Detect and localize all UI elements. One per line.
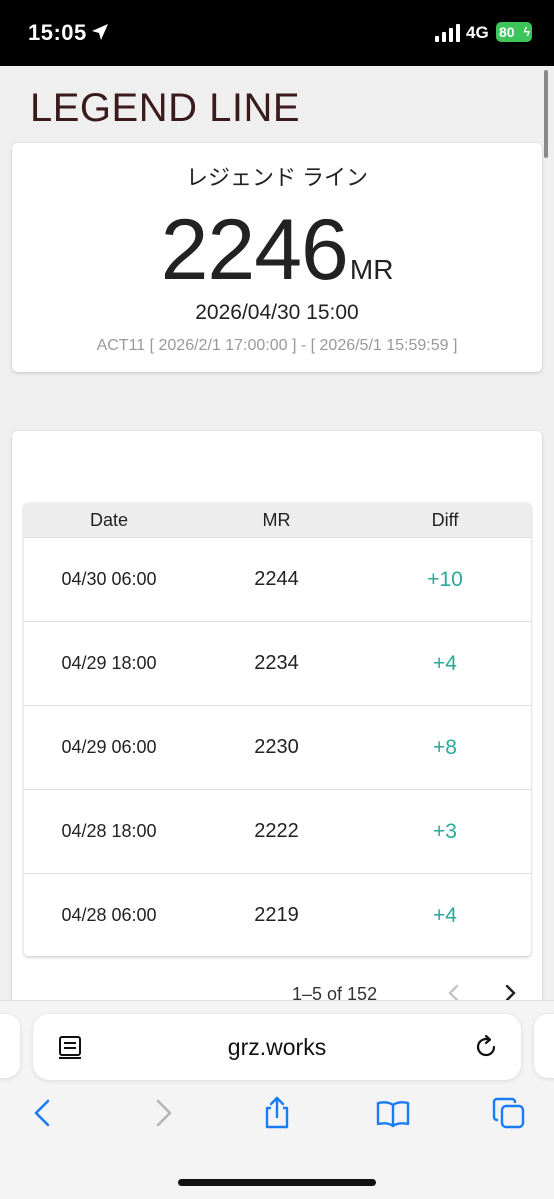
back-icon[interactable]	[26, 1096, 60, 1130]
summary-datetime: 2026/04/30 15:00	[195, 301, 359, 324]
history-table: Date MR Diff 04/30 06:00 2244 +10 04/29 …	[24, 503, 531, 956]
reload-icon[interactable]	[473, 1034, 499, 1060]
summary-card: レジェンド ライン 2246MR 2026/04/30 15:00 ACT11 …	[12, 143, 542, 372]
address-bar[interactable]: grz.works	[33, 1014, 521, 1080]
cell-date: 04/30 06:00	[61, 569, 157, 589]
cell-mr: 2230	[254, 736, 299, 758]
table-row: 04/29 06:00 2230 +8	[24, 705, 531, 789]
cell-date: 04/28 06:00	[61, 905, 157, 925]
url-text[interactable]: grz.works	[33, 1034, 521, 1061]
rank-name: レジェンド ライン	[185, 165, 369, 190]
cell-mr: 2244	[254, 568, 299, 590]
signal-icon	[435, 24, 460, 42]
battery-indicator: 80 ϟ	[496, 22, 532, 42]
home-indicator[interactable]	[178, 1179, 376, 1186]
browser-chrome: grz.works	[0, 1000, 554, 1199]
network-type: 4G	[466, 23, 489, 42]
cell-mr: 2219	[254, 904, 299, 926]
status-time: 15:05	[28, 20, 87, 45]
header-date[interactable]: Date	[24, 510, 194, 531]
cell-diff: +4	[433, 903, 457, 927]
history-card: Date MR Diff 04/30 06:00 2244 +10 04/29 …	[12, 431, 542, 1031]
page-title: LEGEND LINE	[30, 86, 301, 130]
table-header: Date MR Diff	[24, 503, 531, 537]
table-row: 04/29 18:00 2234 +4	[24, 621, 531, 705]
charging-bolt-icon: ϟ	[523, 25, 530, 39]
tabs-icon[interactable]	[492, 1096, 526, 1130]
next-tab-preview[interactable]	[534, 1014, 554, 1078]
cell-mr: 2234	[254, 652, 299, 674]
location-arrow-icon	[92, 24, 108, 40]
table-row: 04/28 18:00 2222 +3	[24, 789, 531, 873]
header-diff[interactable]: Diff	[359, 510, 531, 531]
status-bar: 15:05 4G 80 ϟ	[0, 0, 554, 66]
bookmarks-icon[interactable]	[376, 1096, 410, 1130]
cell-diff: +3	[433, 819, 457, 843]
mr-display: 2246MR	[12, 201, 542, 300]
forward-icon[interactable]	[146, 1096, 180, 1130]
table-row: 04/30 06:00 2244 +10	[24, 537, 531, 621]
page-scrollbar[interactable]	[544, 70, 548, 158]
table-row: 04/28 06:00 2219 +4	[24, 873, 531, 956]
cell-diff: +8	[433, 735, 457, 759]
season-period: ACT11 [ 2026/2/1 17:00:00 ] - [ 2026/5/1…	[96, 337, 458, 354]
mr-unit: MR	[349, 254, 394, 285]
battery-level: 80	[499, 24, 515, 40]
mr-value: 2246	[160, 202, 349, 298]
cell-date: 04/29 06:00	[61, 737, 157, 757]
previous-tab-preview[interactable]	[0, 1014, 20, 1078]
cell-mr: 2222	[254, 820, 299, 842]
browser-toolbar	[0, 1096, 554, 1140]
cell-date: 04/28 18:00	[61, 821, 157, 841]
cell-date: 04/29 18:00	[61, 653, 157, 673]
header-mr[interactable]: MR	[194, 510, 359, 531]
cell-diff: +10	[427, 567, 463, 591]
cell-diff: +4	[433, 651, 457, 675]
share-icon[interactable]	[260, 1096, 294, 1130]
